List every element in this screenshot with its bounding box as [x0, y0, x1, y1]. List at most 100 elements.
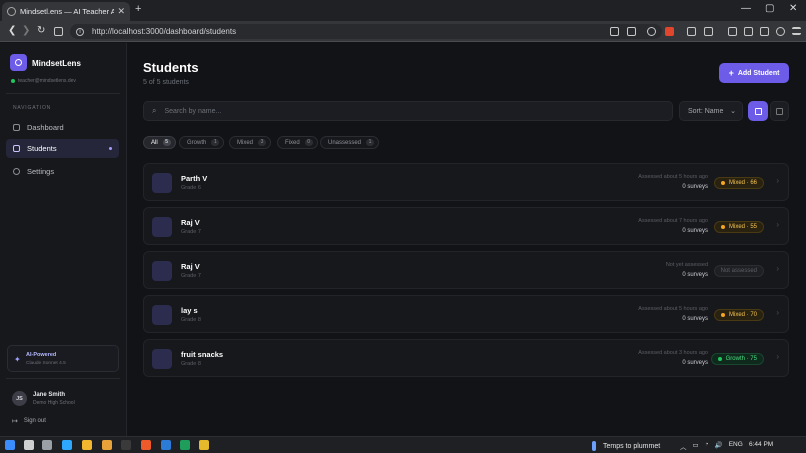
chip-count: 5 [162, 139, 171, 146]
filter-chip-all[interactable]: All 5 [143, 136, 176, 149]
student-name: Raj V [181, 218, 200, 227]
chip-label: Mixed [237, 139, 254, 146]
tab-close-icon[interactable]: ✕ [117, 6, 125, 17]
minimize-icon[interactable]: — [741, 3, 751, 14]
survey-count: 0 surveys [682, 228, 708, 234]
thermometer-icon [592, 441, 596, 451]
edge-icon[interactable] [62, 440, 72, 450]
file-explorer-icon[interactable] [102, 440, 112, 450]
tray-overflow-icon[interactable]: ︿ [680, 441, 687, 451]
sort-select[interactable]: Sort: Name ⌄ [679, 101, 743, 121]
list-view-button[interactable] [770, 101, 789, 121]
sparkle-icon: ✦ [14, 355, 21, 364]
survey-count: 0 surveys [682, 272, 708, 278]
back-icon[interactable]: ❮ [8, 25, 16, 36]
assessed-time: Assessed about 3 hours ago [638, 350, 708, 356]
battery-icon[interactable]: ▭ [693, 441, 699, 451]
add-student-button[interactable]: + Add Student [719, 63, 789, 83]
home-icon [13, 124, 20, 131]
wallet-icon[interactable] [744, 27, 753, 36]
chrome-icon[interactable] [82, 440, 92, 450]
account-email: teacher@mindsetlens.dev [11, 78, 76, 84]
student-avatar [152, 261, 172, 281]
volume-icon[interactable]: 🔊 [715, 441, 723, 451]
active-indicator [109, 147, 112, 150]
sidebar-item-students[interactable]: Students [6, 139, 119, 158]
search-input[interactable]: ⌕ Search by name... [143, 101, 673, 121]
mindset-badge: Growth · 75 [710, 353, 764, 365]
brave-icon[interactable] [141, 440, 151, 450]
chevron-right-icon: › [776, 308, 779, 317]
brand-name: MindsetLens [32, 59, 81, 68]
ai-powered-card: ✦ AI-Powered Claude Sonnet 4.5 [7, 345, 119, 372]
window-close-icon[interactable]: ✕ [789, 3, 797, 14]
sidebar-toggle-icon[interactable] [728, 27, 737, 36]
forward-icon[interactable]: ❯ [22, 25, 30, 36]
sidebar-item-settings[interactable]: Settings [6, 162, 119, 181]
brave-shield-icon[interactable] [647, 27, 656, 36]
tab-search-icon[interactable] [704, 27, 713, 36]
badge-label: Not assessed [720, 268, 757, 274]
reload-icon[interactable]: ↻ [37, 25, 45, 36]
notes-icon[interactable] [199, 440, 209, 450]
browser-tab[interactable]: Mindsetl.ens — AI Teacher Anal... ✕ [2, 2, 130, 21]
new-tab-button[interactable]: + [135, 3, 141, 15]
student-grade: Grade 8 [181, 361, 201, 367]
student-card[interactable]: Parth V Grade 6 Assessed about 5 hours a… [143, 163, 789, 201]
mindset-badge: Not assessed [713, 265, 764, 277]
ai-card-title: AI-Powered [26, 352, 57, 358]
task-view-icon[interactable] [42, 440, 52, 450]
vpn-icon[interactable] [776, 27, 785, 36]
assessed-time: Not yet assessed [665, 262, 708, 268]
student-card[interactable]: lay s Grade 8 Assessed about 5 hours ago… [143, 295, 789, 333]
badge-dot-icon [720, 313, 725, 317]
vscode-icon[interactable] [161, 440, 171, 450]
wifi-icon[interactable]: ◔ [705, 441, 709, 451]
sidebar-item-label: Settings [27, 167, 55, 176]
assessed-time: Assessed about 5 hours ago [638, 306, 708, 312]
bookmark-icon[interactable] [54, 27, 63, 36]
search-icon[interactable] [24, 440, 34, 450]
menu-icon[interactable] [792, 27, 801, 35]
share-icon[interactable] [627, 27, 636, 36]
sign-out-button[interactable]: ↦ Sign out [12, 417, 46, 425]
student-card[interactable]: fruit snacks Grade 8 Assessed about 3 ho… [143, 339, 789, 377]
student-avatar [152, 217, 172, 237]
brave-rewards-icon[interactable] [665, 27, 674, 36]
taskbar-clock[interactable]: 6:44 PM [749, 441, 773, 448]
survey-count: 0 surveys [682, 360, 708, 366]
chip-label: Fixed [285, 139, 300, 146]
grid-view-button[interactable] [748, 101, 768, 121]
badge-label: Growth · 75 [725, 356, 757, 362]
filter-chip-growth[interactable]: Growth 1 [179, 136, 225, 149]
student-card[interactable]: Raj V Grade 7 Not yet assessed 0 surveys… [143, 251, 789, 289]
online-status-icon [11, 79, 15, 83]
windows-start-icon[interactable] [5, 440, 15, 450]
tab-title: Mindsetl.ens — AI Teacher Anal... [20, 7, 115, 16]
maximize-icon[interactable]: ▢ [765, 3, 774, 14]
user-school: Demo High School [33, 400, 75, 406]
weather-widget[interactable]: Temps to plummet [592, 441, 660, 451]
sidebar-item-dashboard[interactable]: Dashboard [6, 118, 119, 137]
url-text: http://localhost:3000/dashboard/students [92, 27, 237, 36]
assessed-time: Assessed about 5 hours ago [638, 174, 708, 180]
avatar: JS [12, 391, 27, 406]
address-bar[interactable]: i http://localhost:3000/dashboard/studen… [70, 24, 662, 39]
terminal-icon[interactable] [121, 440, 131, 450]
chevron-right-icon: › [776, 176, 779, 185]
badge-label: Mixed · 70 [728, 312, 757, 318]
leo-ai-icon[interactable] [760, 27, 769, 36]
key-icon[interactable] [610, 27, 619, 36]
site-info-icon[interactable]: i [76, 27, 84, 36]
student-name: lay s [181, 306, 198, 315]
extensions-icon[interactable] [687, 27, 696, 36]
filter-chip-mixed[interactable]: Mixed 3 [229, 136, 272, 149]
student-card[interactable]: Raj V Grade 7 Assessed about 7 hours ago… [143, 207, 789, 245]
language-indicator[interactable]: ENG [729, 441, 743, 451]
filter-chip-fixed[interactable]: Fixed 0 [277, 136, 318, 149]
excel-icon[interactable] [180, 440, 190, 450]
filter-chip-unassessed[interactable]: Unassessed 1 [320, 136, 380, 149]
student-count: 5 of 5 students [143, 79, 189, 86]
system-tray[interactable]: ︿ ▭ ◔ 🔊 ENG [680, 441, 743, 451]
sidebar-item-label: Students [27, 144, 57, 153]
